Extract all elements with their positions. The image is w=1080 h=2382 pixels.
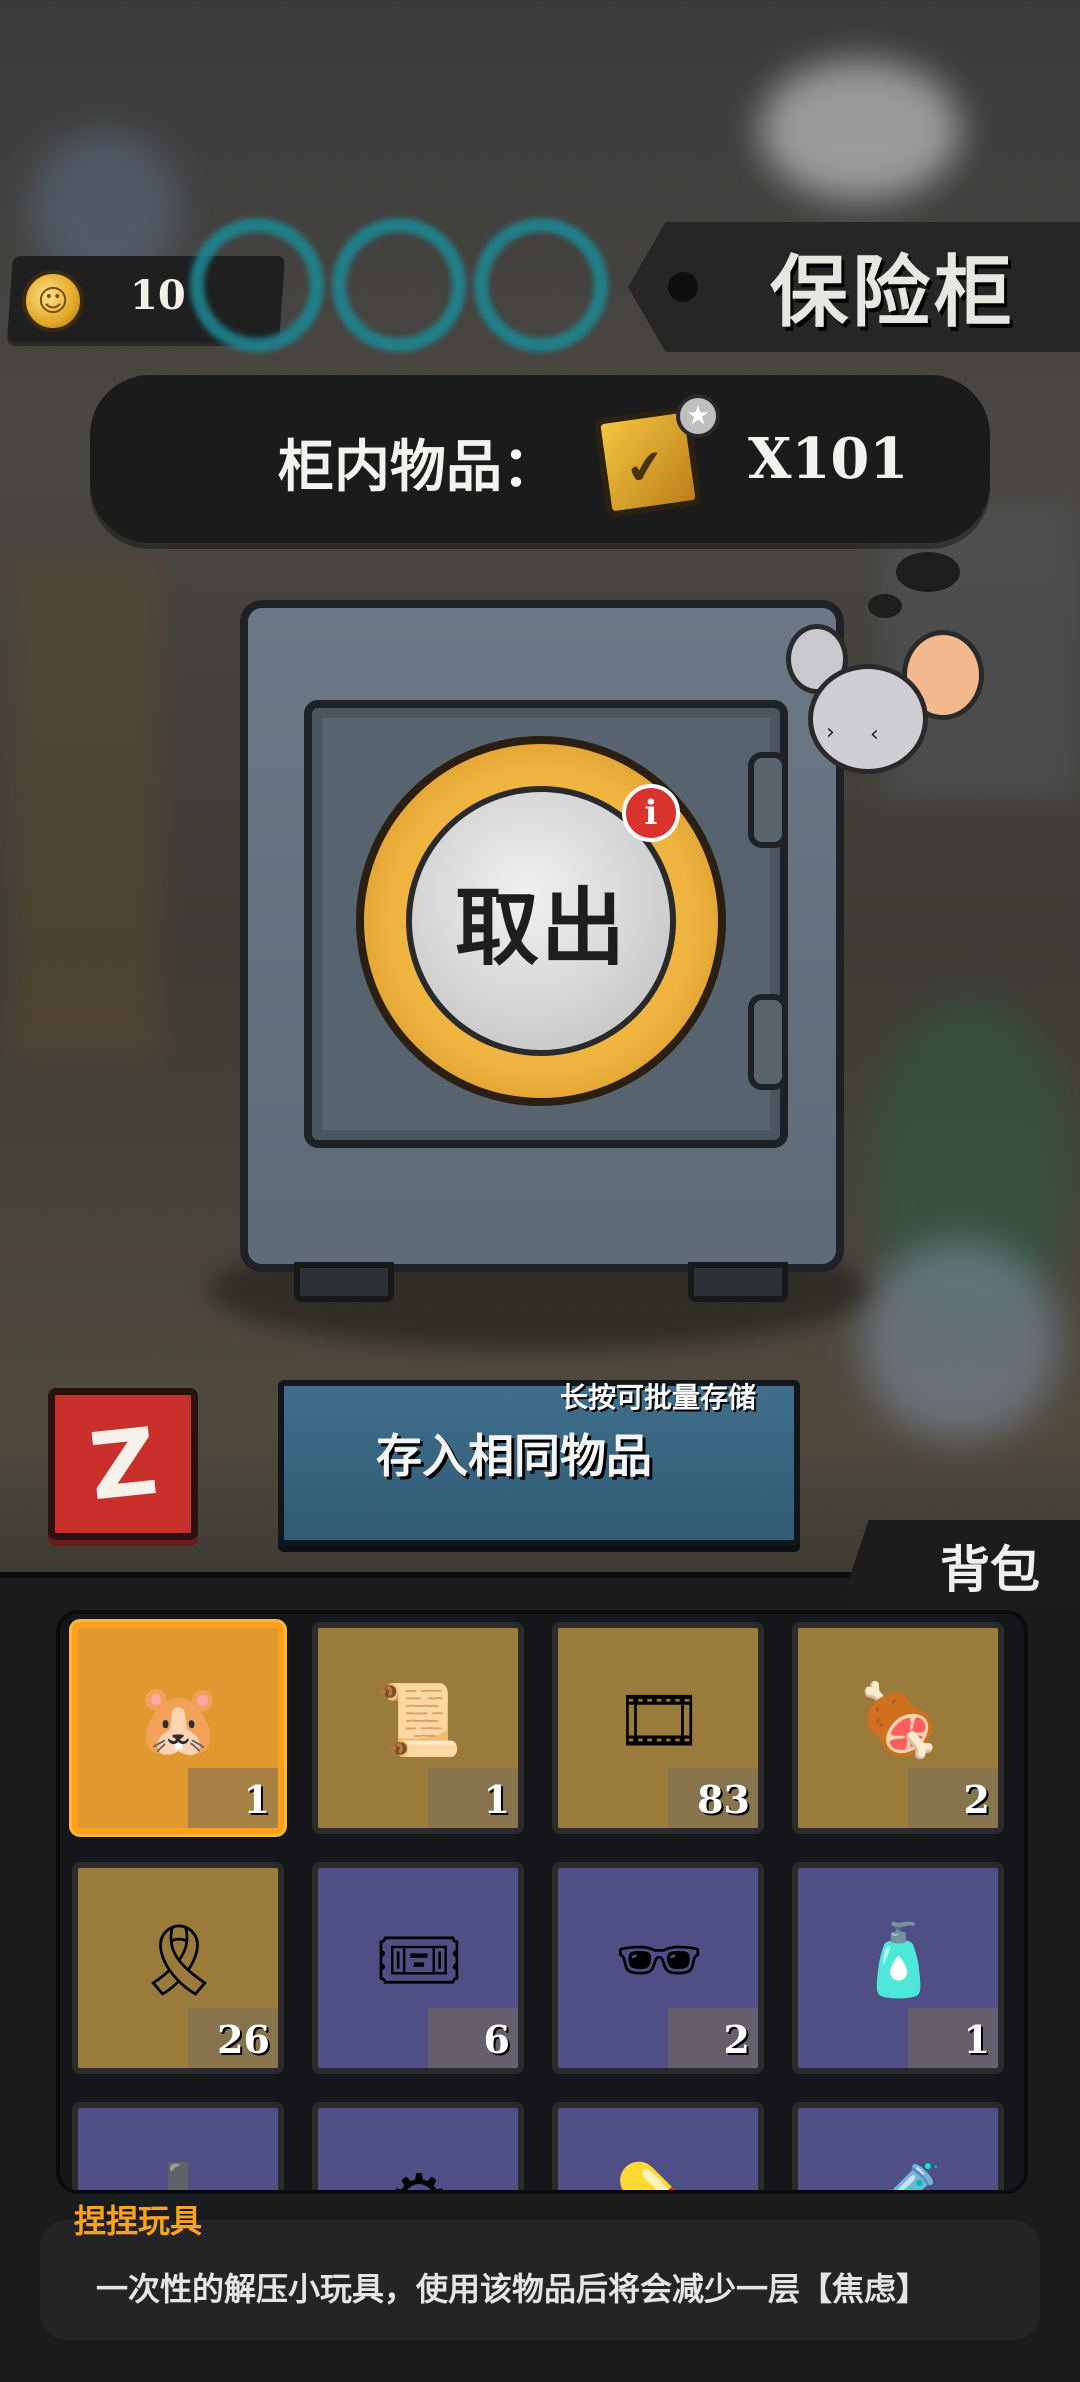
slot-count: 2 — [963, 1777, 990, 1822]
backpack-slot[interactable]: ➕ — [72, 2102, 284, 2191]
background-blur — [860, 1240, 1060, 1440]
backpack-slot[interactable]: 🎞 83 — [552, 1622, 764, 1834]
mouse-mascot — [808, 664, 928, 774]
backpack-slot[interactable]: 🎗 26 — [72, 1862, 284, 2074]
star-badge-icon: ★ — [676, 394, 720, 438]
gold-coin-icon: ☺ — [22, 270, 84, 332]
backpack-slot[interactable]: 🍖 2 — [792, 1622, 1004, 1834]
store-hint: 长按可批量存储 — [560, 1381, 757, 1414]
safe-items-label: 柜内物品： — [278, 435, 558, 500]
thought-bubble — [896, 552, 960, 592]
safe-leg — [688, 1262, 788, 1302]
backpack-slot[interactable]: 💊 — [552, 2102, 764, 2191]
backpack-slot[interactable]: 🕶 2 — [552, 1862, 764, 2074]
safe-hinge — [748, 752, 788, 848]
backpack-grid[interactable]: 🐹1📜1🎞83🍖2 🎗26🎟6🕶2🧴1 ➕ ⚙ 💊 🧪 — [56, 1610, 1028, 2194]
background-blur — [760, 60, 960, 200]
slot-count: 1 — [243, 1777, 270, 1822]
slot-count: 83 — [697, 1777, 750, 1822]
first-aid-kit-icon: ➕ — [104, 2130, 254, 2191]
safe-items-count: X101 — [748, 426, 909, 492]
withdraw-label: 取出 — [454, 878, 627, 977]
background-blur — [10, 560, 160, 1060]
page-title: 保险柜 — [770, 248, 1017, 338]
backpack-slot[interactable]: ⚙ — [312, 2102, 524, 2190]
slot-count: 1 — [483, 1777, 510, 1822]
checkmark-icon: ✔ — [622, 437, 669, 497]
info-icon[interactable]: i — [622, 784, 680, 842]
thought-bubble — [868, 594, 902, 618]
safe-leg — [294, 1262, 394, 1302]
pill-bottle-icon: 🧪 — [824, 2130, 974, 2191]
slot-count: 6 — [483, 2017, 510, 2062]
backpack-slot[interactable]: 🧴 1 — [792, 1862, 1004, 2074]
safe-hinge — [748, 994, 788, 1090]
medicine-box-icon: 💊 — [584, 2130, 734, 2191]
item-name: 捏捏玩具 — [74, 2202, 203, 2240]
item-description: 一次性的解压小玩具，使用该物品后将会减少一层【焦虑】 — [96, 2270, 929, 2308]
store-same-items-label: 存入相同物品 — [376, 1429, 652, 1483]
mouse-eye: › — [826, 720, 835, 745]
arrow-z-icon: Z — [84, 1407, 162, 1521]
backpack-slot[interactable]: 📜 1 — [312, 1622, 524, 1834]
slot-count: 2 — [723, 2017, 750, 2062]
coin-count: 10 — [130, 272, 186, 319]
gear-package-icon: ⚙ — [344, 2130, 494, 2190]
mouse-eye: ‹ — [870, 722, 879, 747]
banner-dot-icon — [668, 272, 698, 302]
slot-count: 1 — [963, 2017, 990, 2062]
slot-count: 26 — [217, 2017, 270, 2062]
backpack-slot[interactable]: 🎟 6 — [312, 1862, 524, 2074]
backpack-slot[interactable]: 🧪 — [792, 2102, 1004, 2191]
backpack-slot[interactable]: 🐹 1 — [72, 1622, 284, 1834]
backpack-title: 背包 — [940, 1541, 1040, 1599]
auto-store-button[interactable]: Z — [48, 1388, 198, 1540]
